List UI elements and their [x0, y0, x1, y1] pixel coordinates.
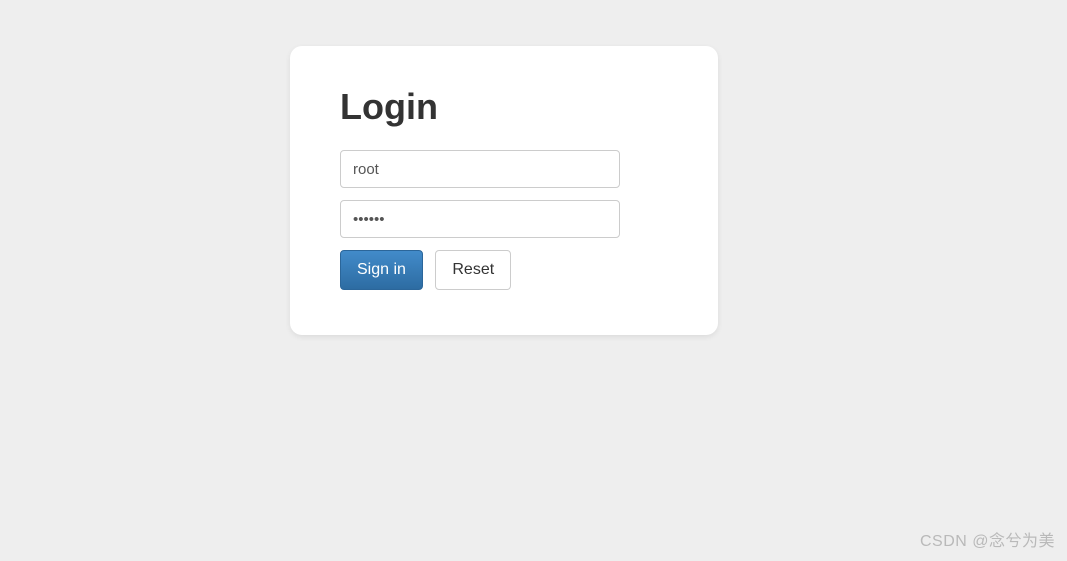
reset-button[interactable]: Reset: [435, 250, 511, 290]
watermark-text: CSDN @念兮为美: [920, 527, 1055, 551]
signin-button[interactable]: Sign in: [340, 250, 423, 290]
login-card: Login Sign in Reset: [290, 46, 718, 335]
login-title: Login: [340, 86, 668, 128]
password-input[interactable]: [340, 200, 620, 238]
button-row: Sign in Reset: [340, 250, 668, 290]
username-input[interactable]: [340, 150, 620, 188]
